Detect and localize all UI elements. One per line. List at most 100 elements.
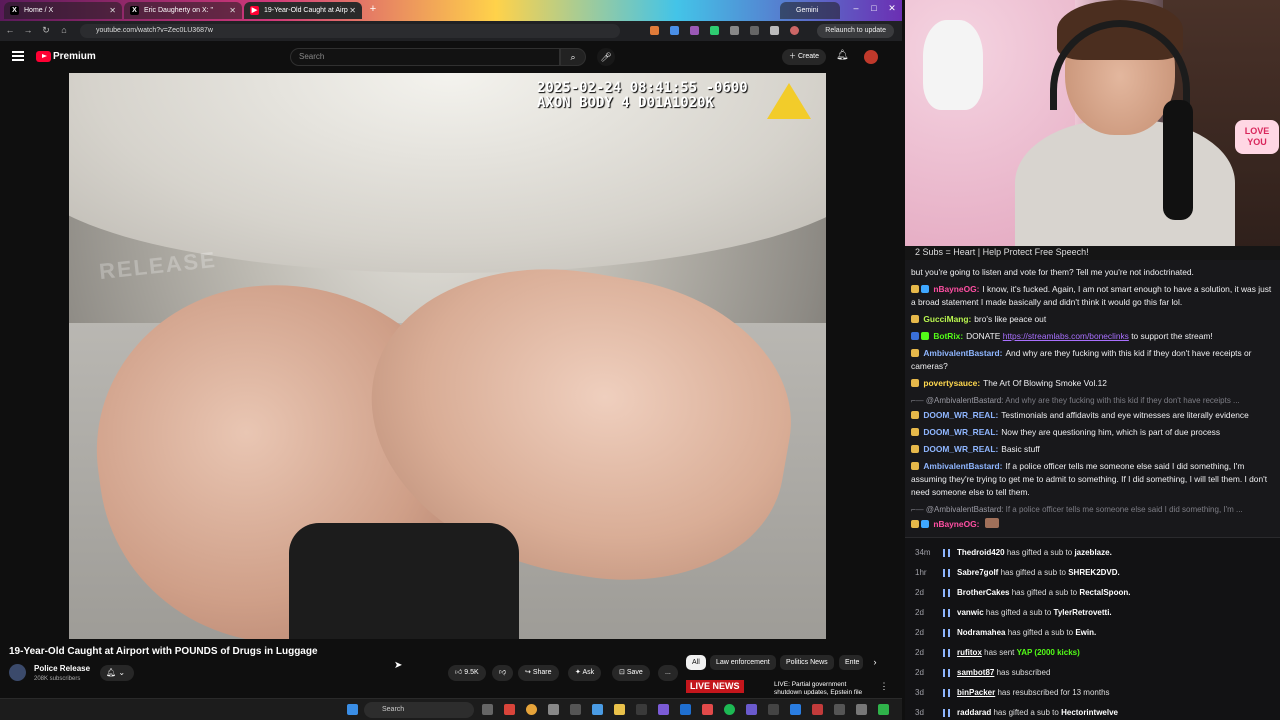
chat-username[interactable]: BotRix: [933, 331, 963, 341]
chat-panel: but you're going to listen and vote for … [905, 260, 1280, 537]
chip-politics-news[interactable]: Politics News [780, 655, 834, 670]
subscriber-count: 208K subscribers [34, 676, 81, 682]
chip-all[interactable]: All [686, 655, 706, 670]
video-player[interactable]: RELEASE 2025-02-24 08:41:55 -0600 AXON B… [69, 73, 826, 639]
chat-username[interactable]: GucciMang: [923, 314, 971, 324]
app-icon[interactable] [856, 704, 867, 715]
close-window-icon[interactable]: ✕ [884, 3, 900, 14]
save-label: Save [626, 669, 643, 676]
app-icon[interactable] [834, 704, 845, 715]
menu-icon[interactable] [12, 51, 24, 61]
minimize-icon[interactable]: – [848, 3, 864, 13]
chat-message: BotRix: DONATE https://streamlabs.com/bon… [911, 330, 1274, 343]
app-icon[interactable] [812, 704, 823, 715]
chat-username[interactable]: AmbivalentBastard: [923, 461, 1002, 471]
create-button[interactable]: ＋ Create [782, 49, 826, 65]
chat-link[interactable]: https://streamlabs.com/boneclinks [1003, 331, 1129, 341]
youtube-logo-icon[interactable] [36, 51, 51, 62]
event-user: sambot87 [957, 668, 995, 677]
app-icon[interactable] [878, 704, 889, 715]
task-view-icon[interactable] [482, 704, 493, 715]
app-icon[interactable] [680, 704, 691, 715]
chat-username[interactable]: AmbivalentBastard: [923, 348, 1002, 358]
event-text: rufitox has sent YAP (2000 kicks) [957, 643, 1080, 663]
extension-icon[interactable] [690, 26, 699, 35]
windows-start-icon[interactable] [347, 704, 358, 715]
chat-message: but you're going to listen and vote for … [911, 266, 1274, 279]
chevron-right-icon[interactable]: › [867, 657, 883, 667]
share-button[interactable]: ↪ Share [518, 665, 559, 681]
profile-icon[interactable] [790, 26, 799, 35]
url-field[interactable]: youtube.com/watch?v=Zec0LU3687w [80, 24, 620, 38]
notifications-bell-icon[interactable]: 🔔︎ [836, 50, 849, 61]
event-time: 2d [915, 588, 924, 597]
spotify-icon[interactable] [724, 704, 735, 715]
close-icon[interactable]: ✕ [109, 2, 116, 19]
kick-logo-icon [943, 569, 950, 577]
chat-username[interactable]: nBayneOG: [933, 519, 979, 529]
app-icon[interactable] [592, 704, 603, 715]
chip-law-enforcement[interactable]: Law enforcement [710, 655, 776, 670]
search-input[interactable]: Search [290, 48, 560, 66]
chat-username[interactable]: DOOM_WR_REAL: [923, 410, 998, 420]
app-icon[interactable] [658, 704, 669, 715]
kebab-menu-icon[interactable]: ⋮ [876, 681, 892, 692]
youtube-brand[interactable]: Premium [53, 51, 96, 62]
app-icon[interactable] [504, 704, 515, 715]
extension-icon[interactable] [650, 26, 659, 35]
forward-icon[interactable]: → [22, 25, 34, 35]
home-icon[interactable]: ⌂ [58, 25, 70, 35]
event-row: 2d sambot87 has subscribed [905, 663, 1280, 683]
app-icon[interactable] [790, 704, 801, 715]
chat-username[interactable]: nBayneOG: [933, 284, 979, 294]
event-time: 2d [915, 668, 924, 677]
app-icon[interactable] [746, 704, 757, 715]
app-icon[interactable] [570, 704, 581, 715]
chat-username[interactable]: DOOM_WR_REAL: [923, 427, 998, 437]
back-icon[interactable]: ← [4, 25, 16, 35]
live-news-title[interactable]: LIVE: Partial government shutdown update… [774, 681, 874, 695]
search-icon[interactable]: ⌕ [560, 48, 586, 66]
extension-icon[interactable] [730, 26, 739, 35]
channel-name[interactable]: Police Release [34, 664, 90, 673]
tab-youtube-video[interactable]: ▶ 19-Year-Old Caught at Airp ✕ [244, 2, 362, 19]
chip-entertainment[interactable]: Ente [839, 655, 863, 670]
close-icon[interactable]: ✕ [349, 2, 356, 19]
close-icon[interactable]: ✕ [229, 2, 236, 19]
chat-username[interactable]: povertysauce: [923, 378, 980, 388]
new-tab-button[interactable]: + [366, 2, 380, 16]
maximize-icon[interactable]: □ [866, 3, 882, 13]
file-explorer-icon[interactable] [614, 704, 625, 715]
app-icon[interactable] [768, 704, 779, 715]
like-button[interactable]: 👍︎ 9.5K [448, 665, 486, 681]
account-avatar[interactable] [864, 50, 878, 64]
ask-button[interactable]: ✦ Ask [568, 665, 602, 681]
channel-avatar[interactable] [9, 664, 26, 681]
chat-username[interactable]: DOOM_WR_REAL: [923, 444, 998, 454]
app-icon[interactable] [548, 704, 559, 715]
tab-home-x[interactable]: X Home / X ✕ [4, 2, 122, 19]
save-button[interactable]: ⊡ Save [612, 665, 650, 681]
thumbs-up-icon: 👍︎ [455, 669, 463, 676]
reload-icon[interactable]: ↻ [40, 25, 52, 36]
extension-icon[interactable] [710, 26, 719, 35]
taskbar-search-input[interactable]: Search [364, 702, 474, 718]
chat-reply-preview: ⌐— @AmbivalentBastard: If a police offic… [911, 503, 1274, 516]
reply-username: @AmbivalentBastard: [925, 505, 1004, 514]
app-icon[interactable] [636, 704, 647, 715]
extension-icon[interactable] [770, 26, 779, 35]
tab-gemini[interactable]: Gemini [780, 2, 840, 19]
microphone-icon[interactable]: 🎤︎ [597, 48, 615, 66]
app-icon[interactable] [702, 704, 713, 715]
dislike-button[interactable]: 👎︎ [492, 665, 514, 681]
chrome-icon[interactable] [526, 704, 537, 715]
relaunch-button[interactable]: Relaunch to update [817, 24, 894, 38]
browser-window: X Home / X ✕ X Eric Daugherty on X: " ✕ … [0, 0, 902, 720]
extension-icon[interactable] [670, 26, 679, 35]
subscribed-bell-button[interactable]: 🔔︎ ⌄ [100, 665, 134, 681]
more-actions-button[interactable]: ... [658, 665, 678, 681]
live-news-badge[interactable]: LIVE NEWS [686, 680, 744, 693]
tab-eric-daugherty[interactable]: X Eric Daugherty on X: " ✕ [124, 2, 242, 19]
kick-logo-icon [943, 609, 950, 617]
extension-icon[interactable] [750, 26, 759, 35]
